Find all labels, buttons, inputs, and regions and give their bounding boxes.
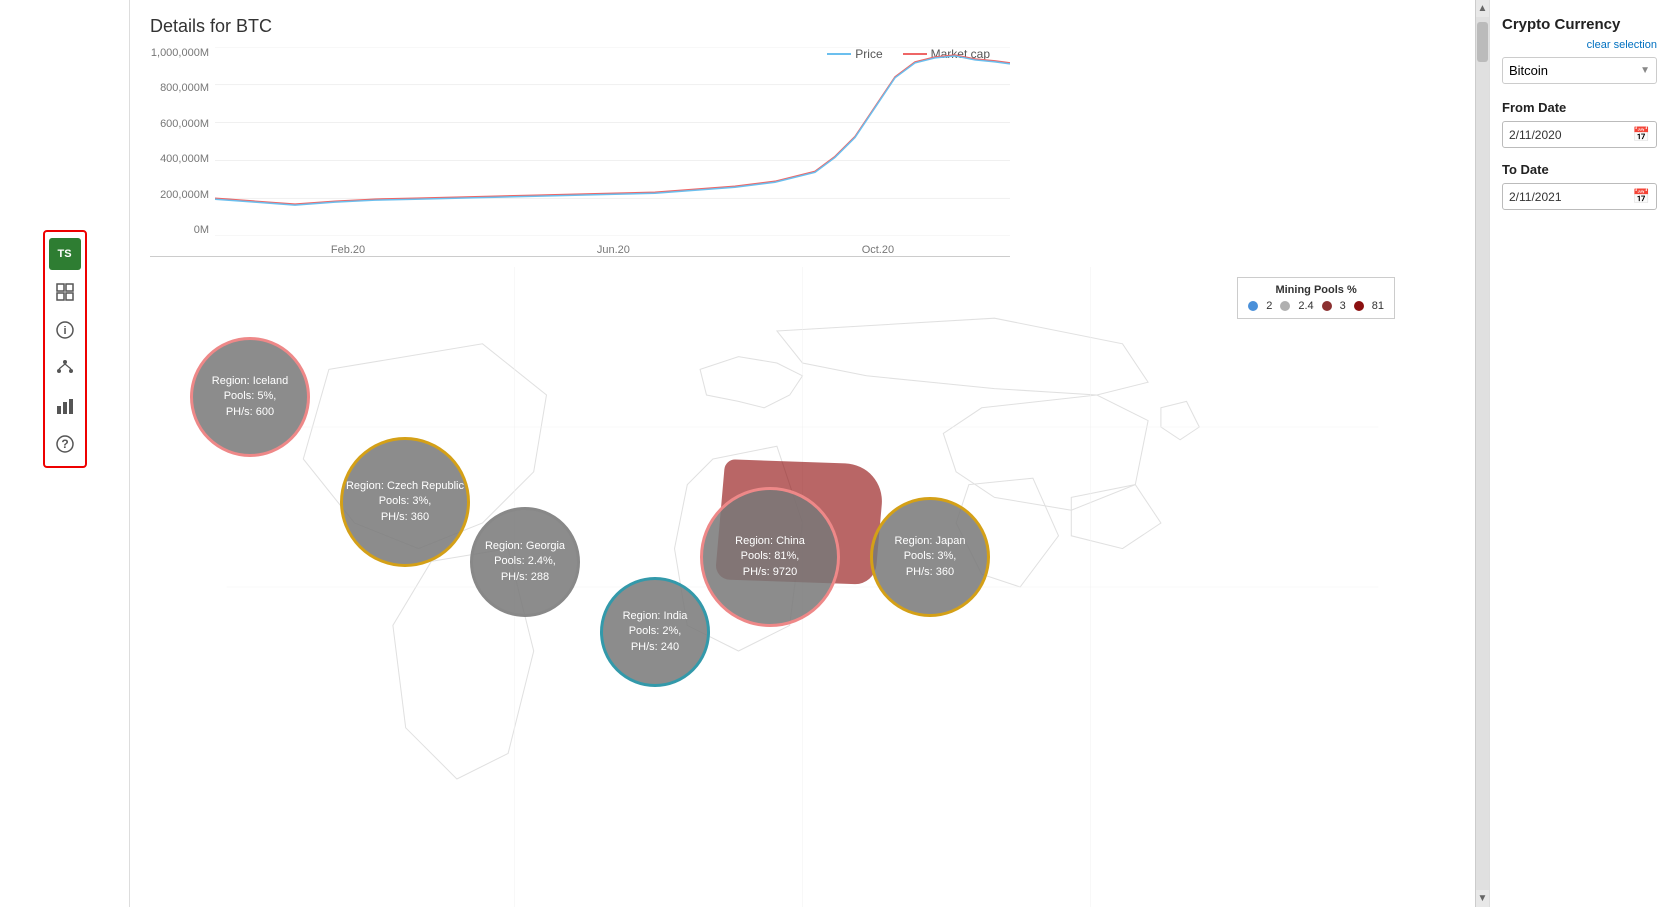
chart-container: Price Market cap 1,000,000M 800,000M 600… [150, 47, 1010, 257]
currency-selected-value: Bitcoin [1509, 63, 1548, 78]
bubble-georgia[interactable]: Region: Georgia Pools: 2.4%, PH/s: 288 [470, 507, 580, 617]
chart-plot [215, 47, 1010, 236]
bubble-czech[interactable]: Region: Czech Republic Pools: 3%, PH/s: … [340, 437, 470, 567]
x-axis: Feb.20 Jun.20 Oct.20 [215, 244, 1010, 256]
hierarchy-icon[interactable] [49, 352, 81, 384]
right-panel: Crypto Currency clear selection Bitcoin … [1489, 0, 1669, 907]
to-date-value: 2/11/2021 [1509, 190, 1562, 204]
bubble-china[interactable]: Region: China Pools: 81%, PH/s: 9720 [700, 487, 840, 627]
crypto-currency-title: Crypto Currency [1502, 16, 1657, 33]
sidebar: TS i [0, 0, 130, 907]
bubble-iceland[interactable]: Region: Iceland Pools: 5%, PH/s: 600 [190, 337, 310, 457]
svg-text:?: ? [61, 437, 68, 451]
bubble-india[interactable]: Region: India Pools: 2%, PH/s: 240 [600, 577, 710, 687]
currency-dropdown[interactable]: Bitcoin ▼ [1502, 57, 1657, 84]
legend-dot-81 [1354, 301, 1364, 311]
legend-dot-2-4 [1280, 301, 1290, 311]
clear-selection-link[interactable]: clear selection [1502, 39, 1657, 51]
main-content: Details for BTC Price Market cap 1,000,0… [130, 0, 1475, 907]
to-date-calendar-icon[interactable]: 📅 [1633, 188, 1650, 205]
y-axis: 1,000,000M 800,000M 600,000M 400,000M 20… [150, 47, 215, 236]
legend-dot-3 [1322, 301, 1332, 311]
chart-section: Details for BTC Price Market cap 1,000,0… [130, 0, 1475, 267]
vertical-scrollbar[interactable]: ▲ ▼ [1475, 0, 1489, 907]
chart-title: Details for BTC [150, 16, 1455, 37]
ts-icon[interactable]: TS [49, 238, 81, 270]
from-date-value: 2/11/2020 [1509, 128, 1562, 142]
table-icon[interactable] [49, 276, 81, 308]
scroll-track [1476, 17, 1489, 890]
mining-pools-legend: Mining Pools % 2 2.4 3 81 [1237, 277, 1395, 319]
sidebar-toolbar: TS i [43, 230, 87, 468]
from-date-calendar-icon[interactable]: 📅 [1633, 126, 1650, 143]
to-date-label: To Date [1502, 162, 1657, 177]
from-date-input[interactable]: 2/11/2020 📅 [1502, 121, 1657, 148]
scroll-thumb-v[interactable] [1477, 22, 1488, 62]
chart-icon[interactable] [49, 390, 81, 422]
mining-legend-title: Mining Pools % [1248, 284, 1384, 296]
map-section: Mining Pools % 2 2.4 3 81 Region: Icelan… [130, 267, 1475, 907]
help-icon[interactable]: ? [49, 428, 81, 460]
map-bg: Mining Pools % 2 2.4 3 81 Region: Icelan… [130, 267, 1475, 907]
legend-dot-2 [1248, 301, 1258, 311]
mining-legend-items: 2 2.4 3 81 [1248, 300, 1384, 312]
to-date-input[interactable]: 2/11/2021 📅 [1502, 183, 1657, 210]
dropdown-arrow-icon: ▼ [1640, 65, 1650, 76]
svg-text:i: i [63, 325, 66, 337]
bubble-japan[interactable]: Region: Japan Pools: 3%, PH/s: 360 [870, 497, 990, 617]
info-icon[interactable]: i [49, 314, 81, 346]
from-date-label: From Date [1502, 100, 1657, 115]
